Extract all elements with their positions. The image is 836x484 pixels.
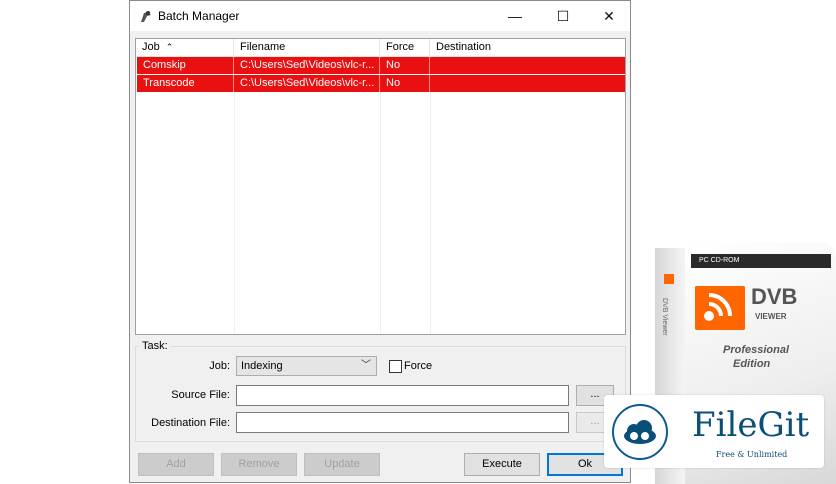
cell-job: Transcode — [137, 75, 234, 92]
force-checkbox[interactable] — [389, 360, 402, 373]
column-destination[interactable]: Destination — [430, 39, 625, 56]
column-destination-label: Destination — [436, 41, 492, 53]
cell-filename: C:\Users\Sed\Videos\vlc-r... — [234, 57, 380, 74]
filegit-name: FileGit — [692, 405, 810, 445]
minimize-button[interactable]: — — [492, 1, 538, 31]
filegit-tagline: Free & Unlimited — [716, 450, 788, 459]
column-filename[interactable]: Filename — [234, 39, 380, 56]
app-icon — [141, 11, 151, 22]
column-divider — [380, 56, 381, 334]
title-bar[interactable]: Batch Manager — ☐ ✕ — [130, 1, 630, 31]
spine-logo-icon — [664, 274, 674, 284]
window-title: Batch Manager — [158, 9, 240, 23]
close-icon: ✕ — [603, 7, 615, 24]
job-select[interactable]: Indexing ﹀ — [236, 356, 377, 376]
box-sub: VIEWER — [755, 312, 787, 321]
column-job[interactable]: Job ⌃ — [136, 39, 234, 56]
update-button[interactable]: Update — [304, 453, 380, 476]
maximize-button[interactable]: ☐ — [540, 1, 586, 31]
spine-text: DVB Viewer — [661, 298, 668, 336]
cell-force: No — [380, 75, 430, 92]
sort-ascending-icon: ⌃ — [165, 42, 174, 52]
destination-file-label: Destination File: — [151, 417, 230, 429]
filegit-watermark: FileGit Free & Unlimited — [604, 395, 824, 468]
list-header: Job ⌃ Filename Force Destination — [136, 39, 625, 57]
box-band: PC CD-ROM — [691, 254, 831, 268]
minimize-icon: — — [508, 8, 522, 24]
job-label: Job: — [209, 360, 230, 372]
cell-force: No — [380, 57, 430, 74]
cell-filename: C:\Users\Sed\Videos\vlc-r... — [234, 75, 380, 92]
column-job-label: Job — [142, 41, 160, 53]
list-row-transcode[interactable]: Transcode C:\Users\Sed\Videos\vlc-r... N… — [137, 75, 625, 92]
cell-destination — [430, 57, 625, 74]
list-row-comskip[interactable]: Comskip C:\Users\Sed\Videos\vlc-r... No — [137, 57, 625, 74]
source-file-label: Source File: — [171, 389, 230, 401]
column-divider — [430, 56, 431, 334]
add-button[interactable]: Add — [138, 453, 214, 476]
box-brand: DVB — [751, 284, 798, 309]
column-force[interactable]: Force — [380, 39, 430, 56]
column-divider — [234, 56, 235, 334]
close-button[interactable]: ✕ — [586, 1, 632, 31]
cell-destination — [430, 75, 625, 92]
chevron-down-icon: ﹀ — [361, 360, 371, 371]
batch-manager-window: Batch Manager — ☐ ✕ Job ⌃ Filename Force … — [129, 0, 631, 483]
destination-file-input[interactable] — [236, 412, 569, 433]
remove-button[interactable]: Remove — [221, 453, 297, 476]
cell-job: Comskip — [137, 57, 234, 74]
column-filename-label: Filename — [240, 41, 286, 53]
source-file-input[interactable] — [236, 385, 569, 406]
cloud-icon — [624, 420, 656, 444]
force-label[interactable]: Force — [404, 360, 432, 372]
execute-button[interactable]: Execute — [464, 453, 540, 476]
job-select-value: Indexing — [241, 360, 283, 372]
batch-job-list[interactable]: Job ⌃ Filename Force Destination Comskip … — [135, 38, 626, 335]
column-force-label: Force — [386, 41, 415, 53]
box-line2: Edition — [733, 358, 771, 370]
task-group-label: Task: — [139, 340, 171, 352]
box-line1: Professional — [723, 344, 790, 356]
maximize-icon: ☐ — [556, 7, 570, 24]
dvb-logo-icon — [695, 286, 745, 330]
filegit-logo-icon — [612, 404, 668, 460]
